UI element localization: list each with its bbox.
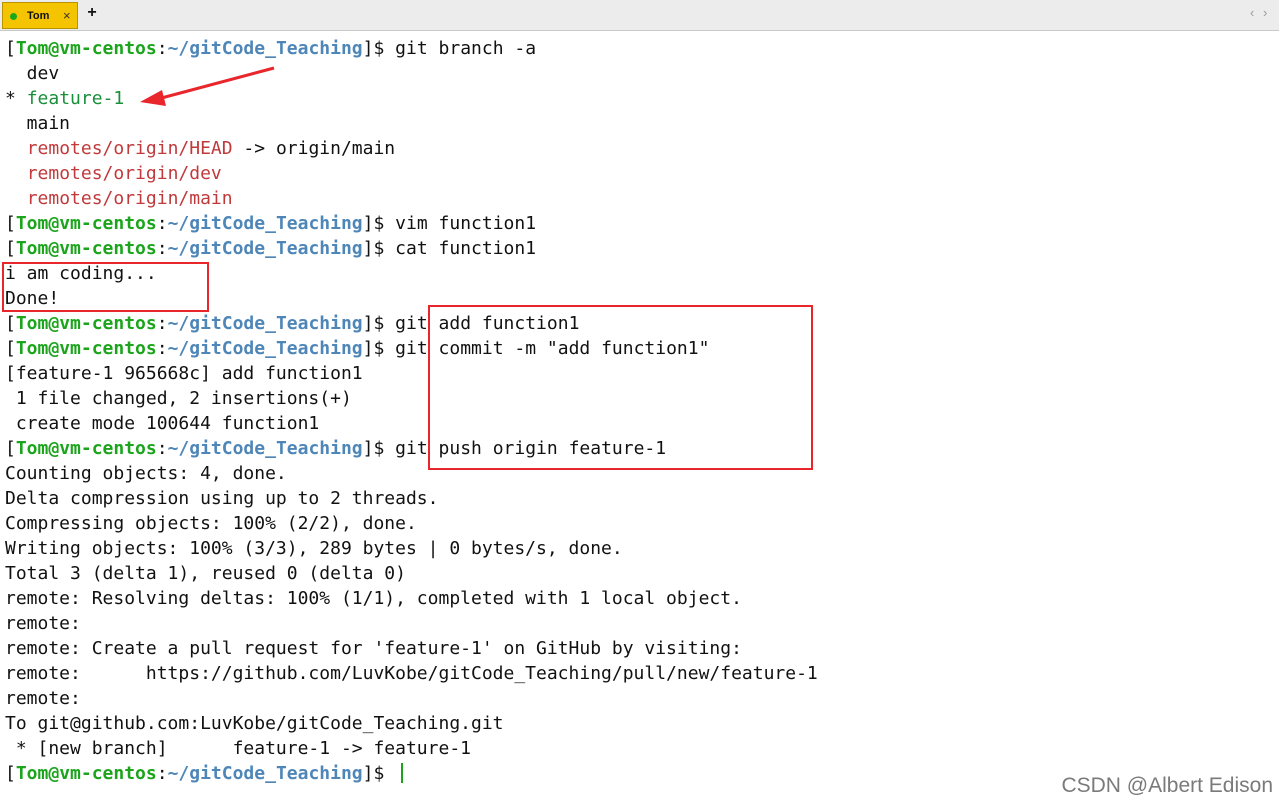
output-line: remote:	[5, 686, 1275, 711]
output-line: remotes/origin/main	[5, 186, 1275, 211]
prompt-symbol: ]$	[362, 763, 396, 784]
prompt-line: [Tom@vm-centos:~/gitCode_Teaching]$ vim …	[5, 211, 1275, 236]
prompt-separator: :	[156, 213, 168, 234]
prompt-user-host: Tom@vm-centos	[15, 438, 157, 459]
output-line: remotes/origin/dev	[5, 161, 1275, 186]
prompt-user-host: Tom@vm-centos	[15, 238, 157, 259]
prompt-bracket: [	[5, 763, 16, 784]
output-text: * [new branch] feature-1 -> feature-1	[5, 738, 471, 759]
command-text: vim function1	[395, 213, 537, 234]
output-text: dev	[5, 63, 60, 84]
prompt-separator: :	[156, 338, 168, 359]
prompt-path: ~/gitCode_Teaching	[167, 338, 363, 359]
prompt-separator: :	[156, 763, 168, 784]
output-text: remote:	[5, 688, 81, 709]
scroll-tabs-right-icon[interactable]: ›	[1263, 5, 1267, 20]
output-line: main	[5, 111, 1275, 136]
output-text: Counting objects: 4, done.	[5, 463, 287, 484]
prompt-separator: :	[156, 38, 168, 59]
scroll-tabs-left-icon[interactable]: ‹	[1250, 5, 1254, 20]
output-line: Total 3 (delta 1), reused 0 (delta 0)	[5, 561, 1275, 586]
output-text: Compressing objects: 100% (2/2), done.	[5, 513, 417, 534]
prompt-user-host: Tom@vm-centos	[15, 338, 157, 359]
output-line: * [new branch] feature-1 -> feature-1	[5, 736, 1275, 761]
prompt-user-host: Tom@vm-centos	[15, 763, 157, 784]
prompt-bracket: [	[5, 338, 16, 359]
current-branch-marker: *	[5, 88, 27, 109]
prompt-line: [Tom@vm-centos:~/gitCode_Teaching]$ cat …	[5, 236, 1275, 261]
close-tab-icon[interactable]: ×	[63, 8, 71, 23]
annotation-box-git-commands	[428, 305, 813, 470]
prompt-path: ~/gitCode_Teaching	[167, 313, 363, 334]
prompt-user-host: Tom@vm-centos	[15, 313, 157, 334]
tab-title: Tom	[27, 10, 50, 22]
prompt-bracket: [	[5, 213, 16, 234]
output-text: remote:	[5, 613, 81, 634]
prompt-bracket: [	[5, 438, 16, 459]
prompt-symbol: ]$	[362, 338, 396, 359]
annotation-box-file-content	[2, 262, 209, 312]
output-text: remote: https://github.com/LuvKobe/gitCo…	[5, 663, 818, 684]
prompt-separator: :	[156, 438, 168, 459]
branch-pointer: -> origin/main	[232, 138, 396, 159]
output-line: Delta compression using up to 2 threads.	[5, 486, 1275, 511]
remote-branch-name: remotes/origin/HEAD	[26, 138, 233, 159]
prompt-user-host: Tom@vm-centos	[15, 38, 157, 59]
command-text: git branch -a	[395, 38, 537, 59]
remote-branch-name: remotes/origin/main	[26, 188, 233, 209]
prompt-symbol: ]$	[362, 313, 396, 334]
output-text: create mode 100644 function1	[5, 413, 320, 434]
output-text: To git@github.com:LuvKobe/gitCode_Teachi…	[5, 713, 504, 734]
prompt-path: ~/gitCode_Teaching	[167, 438, 363, 459]
prompt-bracket: [	[5, 38, 16, 59]
watermark: CSDN @Albert Edison	[1061, 774, 1273, 797]
prompt-bracket: [	[5, 238, 16, 259]
output-text: remote: Resolving deltas: 100% (1/1), co…	[5, 588, 742, 609]
annotation-arrow-icon	[140, 66, 275, 106]
output-text: remote: Create a pull request for 'featu…	[5, 638, 742, 659]
output-line: Writing objects: 100% (3/3), 289 bytes |…	[5, 536, 1275, 561]
current-branch-name: feature-1	[26, 88, 125, 109]
prompt-path: ~/gitCode_Teaching	[167, 38, 363, 59]
new-tab-button[interactable]: +	[84, 4, 100, 26]
prompt-path: ~/gitCode_Teaching	[167, 213, 363, 234]
prompt-separator: :	[156, 313, 168, 334]
output-text: 1 file changed, 2 insertions(+)	[5, 388, 352, 409]
output-line: To git@github.com:LuvKobe/gitCode_Teachi…	[5, 711, 1275, 736]
prompt-separator: :	[156, 238, 168, 259]
output-text: [feature-1 965668c] add function1	[5, 363, 363, 384]
command-text: cat function1	[395, 238, 537, 259]
prompt-path: ~/gitCode_Teaching	[167, 763, 363, 784]
prompt-bracket: [	[5, 313, 16, 334]
output-text: Total 3 (delta 1), reused 0 (delta 0)	[5, 563, 406, 584]
output-line: remote: Create a pull request for 'featu…	[5, 636, 1275, 661]
session-status-icon	[10, 13, 17, 20]
prompt-symbol: ]$	[362, 38, 396, 59]
output-line: remotes/origin/HEAD -> origin/main	[5, 136, 1275, 161]
prompt-symbol: ]$	[362, 213, 396, 234]
output-line: remote:	[5, 611, 1275, 636]
output-line: remote: Resolving deltas: 100% (1/1), co…	[5, 586, 1275, 611]
output-line: Compressing objects: 100% (2/2), done.	[5, 511, 1275, 536]
output-text: Writing objects: 100% (3/3), 289 bytes |…	[5, 538, 623, 559]
prompt-symbol: ]$	[362, 438, 396, 459]
prompt-symbol: ]$	[362, 238, 396, 259]
tab-bar: Tom × + ‹ ›	[0, 0, 1279, 31]
prompt-user-host: Tom@vm-centos	[15, 213, 157, 234]
prompt-line: [Tom@vm-centos:~/gitCode_Teaching]$ git …	[5, 36, 1275, 61]
output-line: remote: https://github.com/LuvKobe/gitCo…	[5, 661, 1275, 686]
output-text: Delta compression using up to 2 threads.	[5, 488, 439, 509]
prompt-path: ~/gitCode_Teaching	[167, 238, 363, 259]
terminal-tab[interactable]: Tom ×	[2, 2, 78, 29]
text-cursor	[401, 763, 404, 783]
output-text: main	[5, 113, 71, 134]
remote-branch-name: remotes/origin/dev	[26, 163, 222, 184]
